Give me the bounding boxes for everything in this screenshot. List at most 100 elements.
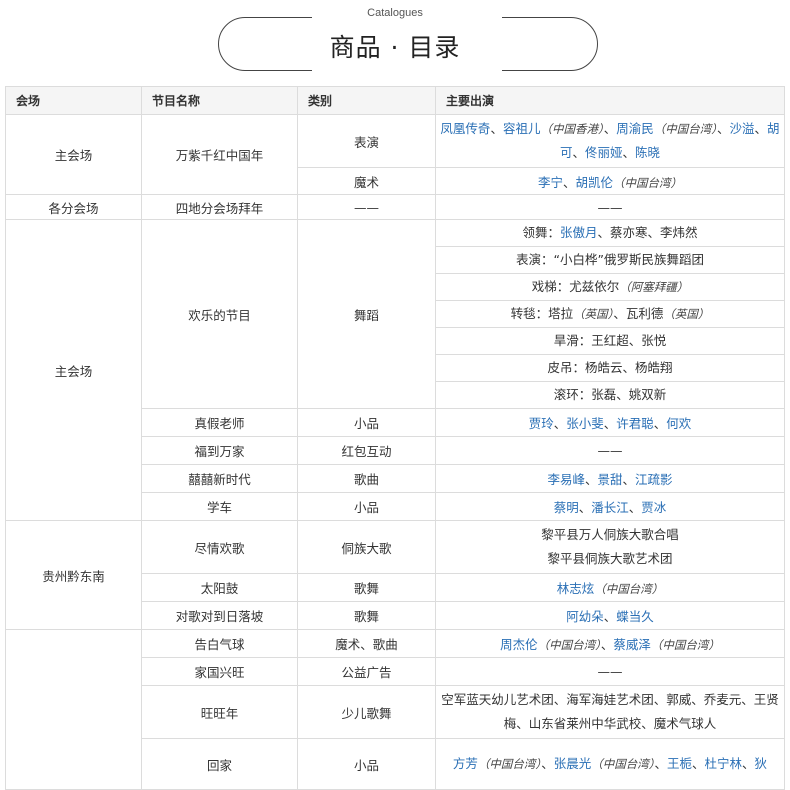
category-cell: 小品	[297, 738, 436, 790]
performer-link[interactable]: 李易峰	[547, 472, 585, 487]
performer-link[interactable]: 蔡明	[554, 500, 579, 515]
region-note: （中国台湾）	[653, 122, 717, 136]
performer-link[interactable]: 王栀	[667, 756, 692, 771]
performer-link[interactable]: 杜宁林	[705, 756, 743, 771]
performer-link[interactable]: 阿幼朵	[566, 609, 604, 624]
performer-link[interactable]: 李宁	[538, 175, 563, 190]
venue-cell: 贵州黔东南	[5, 520, 142, 630]
performer-link[interactable]: 蔡威泽	[613, 637, 651, 652]
performers-cell: 李宁、胡凯伦（中国台湾）	[435, 167, 785, 195]
category-cell: 歌舞	[297, 573, 436, 602]
performers-cell: 方芳（中国台湾）、张晨光（中国台湾）、王栀、杜宁林、狄	[435, 738, 785, 790]
performers-cell: 空军蓝天幼儿艺术团、海军海娃艺术团、郭威、乔麦元、王贤梅、山东省莱州中华武校、魔…	[435, 685, 785, 739]
program-link[interactable]: 回家	[141, 738, 298, 790]
performer-link[interactable]: 狄	[755, 756, 768, 771]
category-cell: 魔术	[297, 167, 436, 195]
program-table: 会场 节目名称 类别 主要出演 主会场 万紫千红中国年 表演 凤凰传奇、容祖儿（…	[5, 86, 785, 790]
program-cell: 旺旺年	[141, 685, 298, 739]
program-link[interactable]: 告白气球	[141, 629, 298, 658]
performer-link[interactable]: 沙溢	[730, 121, 755, 136]
performer-link[interactable]: 周杰伦	[500, 637, 538, 652]
category-cell: 魔术、歌曲	[297, 629, 436, 658]
performers-line: 旱滑：王红超、张悦	[435, 327, 785, 355]
performers-cell: ——	[435, 657, 785, 686]
performers-cell: 黎平县万人侗族大歌合唱 黎平县侗族大歌艺术团	[435, 520, 785, 574]
performers-cell: ——	[435, 194, 785, 220]
caption-english: Catalogues	[367, 7, 423, 19]
frame-gap-bottom	[312, 68, 502, 75]
program-cell: 万紫千红中国年	[141, 114, 298, 195]
category-cell: 歌曲	[297, 464, 436, 493]
performer-link[interactable]: 周渝民	[616, 121, 654, 136]
venue-cell: 主会场	[5, 114, 142, 195]
performers-cell: ——	[435, 436, 785, 465]
program-link[interactable]: 学车	[141, 492, 298, 521]
category-cell: 公益广告	[297, 657, 436, 686]
category-cell: 红包互动	[297, 436, 436, 465]
category-cell: ——	[297, 194, 436, 220]
venue-cell	[5, 629, 142, 790]
performers-line: 滚环：张磊、姚双新	[435, 381, 785, 409]
performers-cell: 蔡明、潘长江、贾冰	[435, 492, 785, 521]
performers-line: 皮吊：杨皓云、杨皓翔	[435, 354, 785, 382]
header-venue: 会场	[5, 86, 142, 115]
venue-cell: 主会场	[5, 219, 142, 521]
performer-link[interactable]: 何欢	[666, 416, 691, 431]
performers-cell: 周杰伦（中国台湾）、蔡威泽（中国台湾）	[435, 629, 785, 658]
program-cell: 对歌对到日落坡	[141, 601, 298, 630]
performers-line: 表演：“小白桦”俄罗斯民族舞蹈团	[435, 246, 785, 274]
performers-line: 领舞：张傲月、蔡亦寒、李炜然	[435, 219, 785, 247]
page-title: 商品 · 目录	[329, 33, 461, 62]
program-link[interactable]: 真假老师	[141, 408, 298, 437]
program-cell: 欢乐的节目	[141, 219, 298, 409]
table-row: 主会场 万紫千红中国年 表演 凤凰传奇、容祖儿（中国香港）、周渝民（中国台湾）、…	[5, 114, 785, 195]
region-note: （中国台湾）	[613, 175, 683, 190]
performer-link[interactable]: 张晨光	[554, 756, 592, 771]
header-program: 节目名称	[141, 86, 298, 115]
header-category: 类别	[297, 86, 436, 115]
venue-cell: 各分会场	[5, 194, 142, 220]
performer-link[interactable]: 林志炫	[557, 581, 595, 596]
performers-line: 转毯：塔拉（英国）、瓦利德（英国）	[435, 300, 785, 328]
region-note: （中国香港）	[540, 122, 604, 136]
program-cell: 四地分会场拜年	[141, 194, 298, 220]
program-cell: 家国兴旺	[141, 657, 298, 686]
performer-link[interactable]: 潘长江	[591, 500, 629, 515]
table-header-row: 会场 节目名称 类别 主要出演	[5, 86, 785, 115]
performer-link[interactable]: 陈晓	[635, 145, 660, 160]
performer-link[interactable]: 容祖儿	[503, 121, 541, 136]
performer-link[interactable]: 方芳	[453, 756, 478, 771]
table-row: 贵州黔东南 尽情欢歌 侗族大歌 黎平县万人侗族大歌合唱 黎平县侗族大歌艺术团	[5, 520, 785, 630]
program-link[interactable]: 尽情欢歌	[141, 520, 298, 574]
performer-link[interactable]: 张小斐	[566, 416, 604, 431]
performers-cell: 贾玲、张小斐、许君聪、何欢	[435, 408, 785, 437]
program-cell: 福到万家	[141, 436, 298, 465]
category-cell: 舞蹈	[297, 219, 436, 409]
category-cell: 表演	[297, 114, 436, 168]
performer-link[interactable]: 贾冰	[641, 500, 666, 515]
category-cell: 少儿歌舞	[297, 685, 436, 739]
performer-link[interactable]: 景甜	[597, 472, 622, 487]
performers-cell: 凤凰传奇、容祖儿（中国香港）、周渝民（中国台湾）、沙溢、胡可、佟丽娅、陈晓	[435, 114, 785, 168]
performers-cell: 林志炫（中国台湾）	[435, 573, 785, 602]
performer-link[interactable]: 贾玲	[529, 416, 554, 431]
performer-link[interactable]: 江疏影	[635, 472, 673, 487]
category-cell: 侗族大歌	[297, 520, 436, 574]
header-performers: 主要出演	[435, 86, 785, 115]
performers-line: 戏梯：尤兹依尔（阿塞拜疆）	[435, 273, 785, 301]
catalog-header: Catalogues 商品 · 目录	[0, 0, 790, 80]
performer-link[interactable]: 佟丽娅	[585, 145, 623, 160]
category-cell: 小品	[297, 492, 436, 521]
table-row: 主会场 欢乐的节目 舞蹈 领舞：张傲月、蔡亦寒、李炜然	[5, 219, 785, 521]
performers-cell: 李易峰、景甜、江疏影	[435, 464, 785, 493]
performer-link[interactable]: 蝶当久	[616, 609, 654, 624]
category-cell: 小品	[297, 408, 436, 437]
program-link[interactable]: 囍囍新时代	[141, 464, 298, 493]
performer-link[interactable]: 张傲月	[560, 225, 598, 240]
performer-link[interactable]: 许君聪	[616, 416, 654, 431]
category-cell: 歌舞	[297, 601, 436, 630]
performer-link[interactable]: 胡凯伦	[576, 175, 614, 190]
table-row: 告白气球 魔术、歌曲 周杰伦（中国台湾）、蔡威泽（中国台湾）	[5, 629, 785, 790]
program-cell: 太阳鼓	[141, 573, 298, 602]
performer-link[interactable]: 凤凰传奇	[440, 121, 490, 136]
